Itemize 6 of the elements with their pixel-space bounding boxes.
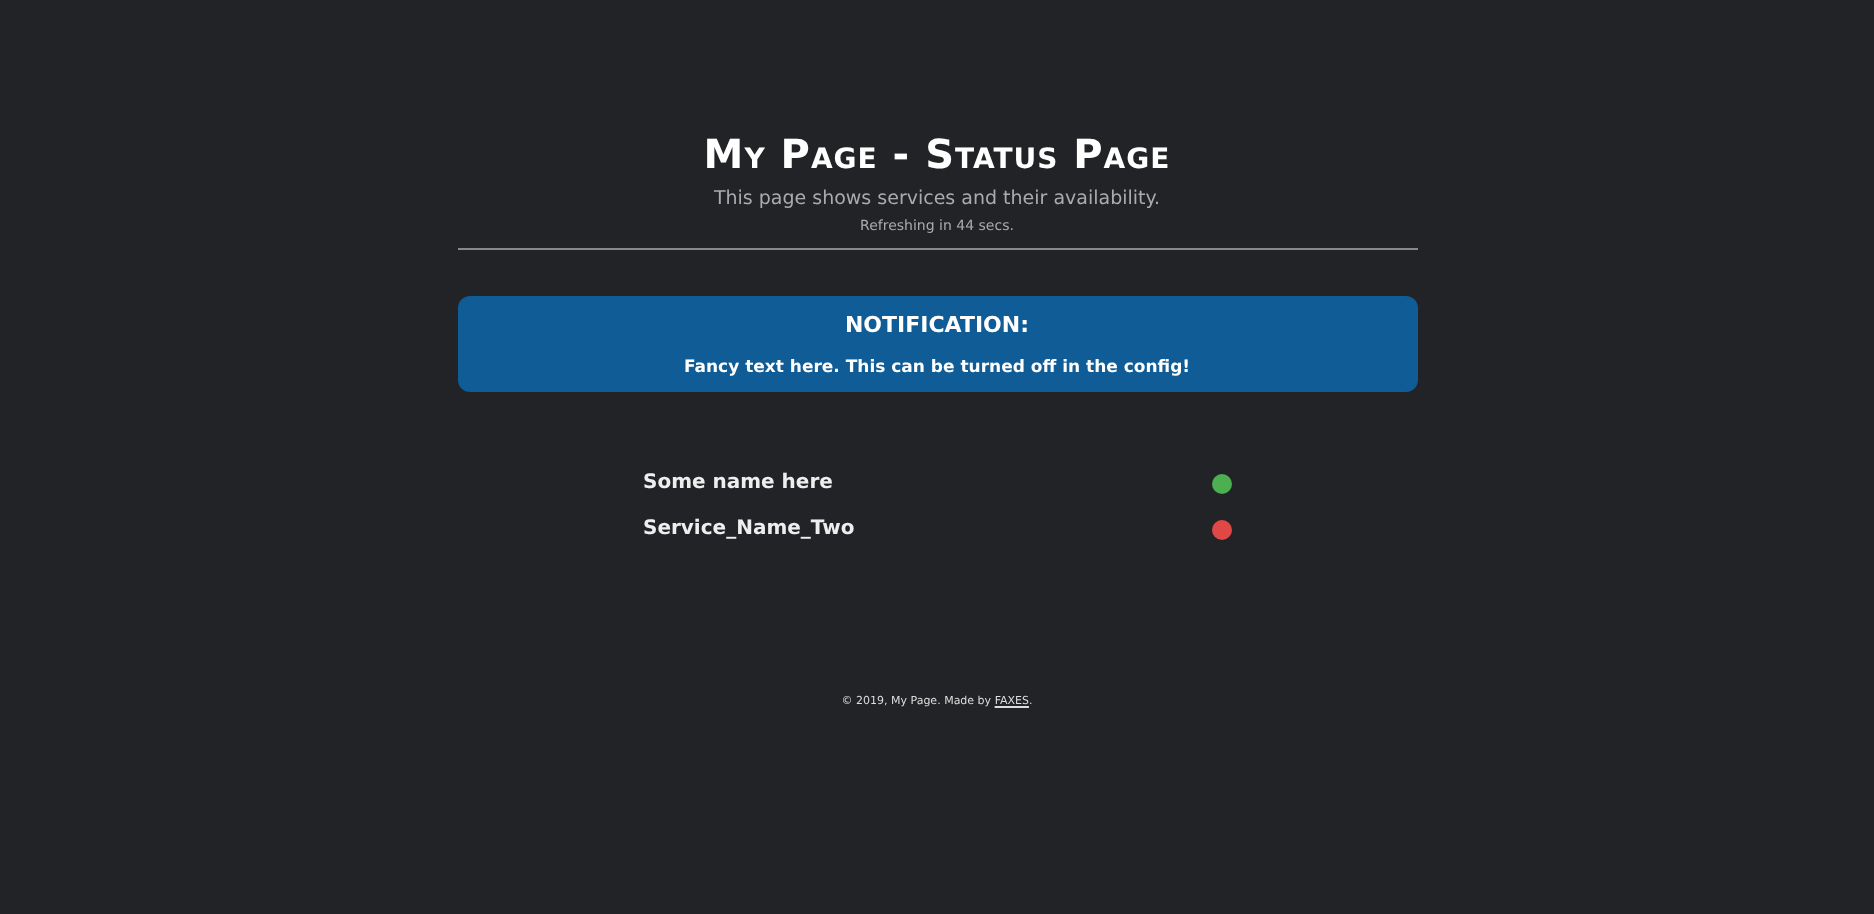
notification-title: NOTIFICATION: bbox=[844, 312, 1030, 338]
page-subtitle: This page shows services and their availability. bbox=[713, 188, 1161, 210]
service-name: Some name here bbox=[643, 472, 833, 494]
notification-text: Fancy text here. This can be turned off in the config! bbox=[683, 358, 1191, 378]
service-name: Service_Name_Two bbox=[643, 518, 855, 540]
page-title: My Page - Status Page bbox=[703, 128, 1171, 180]
